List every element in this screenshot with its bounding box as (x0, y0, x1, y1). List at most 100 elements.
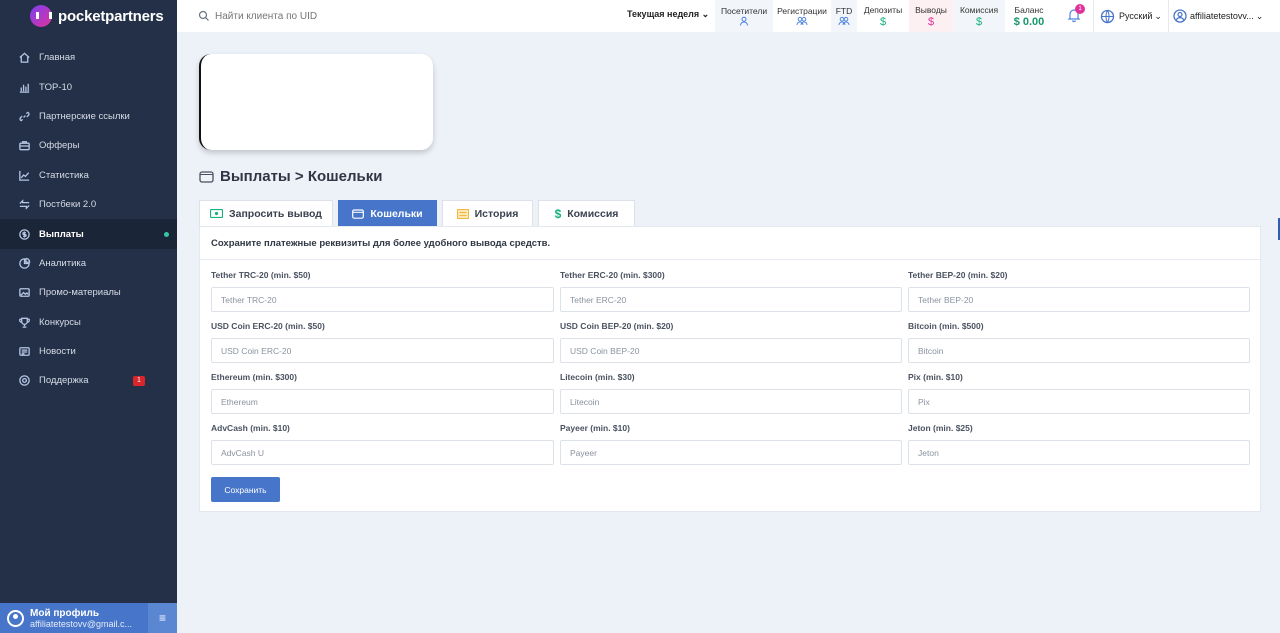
field-label: Litecoin (min. $30) (560, 372, 635, 382)
menu-collapse-icon: ≡ (158, 611, 166, 625)
stat-label: Посетители (720, 6, 768, 16)
sidebar-item-news[interactable]: Новости (0, 337, 177, 366)
jeton-input[interactable] (908, 440, 1250, 465)
tether-bep20-input[interactable] (908, 287, 1250, 312)
payeer-input[interactable] (560, 440, 902, 465)
sidebar-item-postbacks[interactable]: Постбеки 2.0 (0, 190, 177, 219)
field-ethereum: Ethereum (min. $300) (211, 372, 554, 414)
page-title: Выплаты > Кошельки (199, 168, 382, 185)
search-input[interactable] (215, 10, 515, 22)
sidebar-item-offers[interactable]: Офферы (0, 131, 177, 160)
tab-commission[interactable]: $ Комиссия (538, 200, 635, 226)
field-payeer: Payeer (min. $10) (560, 423, 902, 465)
sidebar-item-contests[interactable]: Конкурсы (0, 308, 177, 337)
sidebar-item-home[interactable]: Главная (0, 43, 177, 72)
users-icon (796, 16, 808, 26)
usdc-bep20-input[interactable] (560, 338, 902, 363)
sidebar-item-analytics[interactable]: Аналитика (0, 249, 177, 278)
chevron-down-icon: ⌄ (1154, 10, 1162, 21)
period-dropdown[interactable]: Текущая неделя ⌄ (627, 9, 709, 20)
stat-withdrawals: Выводы $ (909, 0, 953, 32)
collapse-sidebar-button[interactable]: ≡ (148, 603, 177, 633)
bitcoin-input[interactable] (908, 338, 1250, 363)
field-label: Tether TRC-20 (min. $50) (211, 270, 311, 280)
sidebar-item-support[interactable]: Поддержка 1 (0, 366, 177, 395)
banner-placeholder (199, 54, 433, 150)
link-icon (18, 110, 31, 123)
field-pix: Pix (min. $10) (908, 372, 1250, 414)
field-label: Tether ERC-20 (min. $300) (560, 270, 665, 280)
advcash-input[interactable] (211, 440, 554, 465)
stat-registrations: Регистрации (773, 0, 831, 32)
field-label: Tether BEP-20 (min. $20) (908, 270, 1008, 280)
tabs: Запросить вывод Кошельки История $ Комис… (199, 200, 640, 226)
sidebar-item-top10[interactable]: TOP-10 (0, 72, 177, 101)
tab-label: История (474, 207, 519, 220)
sidebar-item-label: Промо-материалы (39, 287, 121, 299)
usdc-erc20-input[interactable] (211, 338, 554, 363)
language-label: Русский (1119, 11, 1153, 21)
sidebar-item-label: Партнерские ссылки (39, 110, 130, 122)
postback-icon (18, 198, 31, 211)
sidebar-item-payouts[interactable]: Выплаты (0, 219, 177, 249)
user-name: affiliatetestovv... (1190, 11, 1254, 21)
sidebar-item-label: TOP-10 (39, 81, 73, 93)
user-icon (740, 16, 748, 26)
chevron-down-icon: ⌄ (1255, 10, 1264, 21)
field-label: Jeton (min. $25) (908, 423, 973, 433)
wallet-icon (199, 171, 214, 183)
save-button[interactable]: Сохранить (211, 477, 280, 502)
field-bitcoin: Bitcoin (min. $500) (908, 321, 1250, 363)
sidebar-item-promo[interactable]: Промо-материалы (0, 278, 177, 307)
stat-label: FTD (835, 6, 853, 16)
field-usdc-bep20: USD Coin BEP-20 (min. $20) (560, 321, 902, 363)
stat-commission: Комиссия $ (953, 0, 1005, 32)
stat-balance: Баланс $ 0.00 (1005, 0, 1053, 32)
field-label: Bitcoin (min. $500) (908, 321, 984, 331)
field-tether-erc20: Tether ERC-20 (min. $300) (560, 270, 902, 312)
tab-history[interactable]: История (442, 200, 533, 226)
briefcase-icon (18, 139, 31, 152)
search-icon (198, 10, 209, 21)
dollar-icon: $ (975, 15, 983, 28)
profile-link[interactable]: Мой профиль affiliatetestovv@gmail.c... (0, 603, 148, 633)
tether-erc20-input[interactable] (560, 287, 902, 312)
sidebar-item-label: Статистика (39, 169, 89, 181)
sidebar-item-partner-links[interactable]: Партнерские ссылки (0, 102, 177, 131)
field-tether-trc20: Tether TRC-20 (min. $50) (211, 270, 554, 312)
active-indicator (164, 231, 169, 237)
tab-wallets[interactable]: Кошельки (338, 200, 437, 226)
pix-input[interactable] (908, 389, 1250, 414)
stat-deposits: Депозиты $ (857, 0, 909, 32)
field-jeton: Jeton (min. $25) (908, 423, 1250, 465)
trophy-icon (18, 316, 31, 329)
sidebar-item-label: Главная (39, 52, 76, 64)
stat-label: Депозиты (863, 4, 903, 15)
dollar-circle-icon (18, 228, 31, 241)
period-label: Текущая неделя (627, 9, 700, 19)
cash-icon (210, 209, 224, 218)
field-tether-bep20: Tether BEP-20 (min. $20) (908, 270, 1250, 312)
field-label: AdvCash (min. $10) (211, 423, 290, 433)
tab-request-withdrawal[interactable]: Запросить вывод (199, 200, 333, 226)
litecoin-input[interactable] (560, 389, 902, 414)
sidebar-item-label: Постбеки 2.0 (39, 199, 97, 211)
wallet-icon (352, 208, 365, 219)
tether-trc20-input[interactable] (211, 287, 554, 312)
tab-label: Кошельки (370, 207, 423, 220)
brand-logo[interactable]: pocketpartners (0, 0, 177, 32)
user-menu[interactable]: affiliatetestovv... ⌄ (1173, 0, 1263, 32)
field-label: USD Coin ERC-20 (min. $50) (211, 321, 325, 331)
ethereum-input[interactable] (211, 389, 554, 414)
brand-name: pocketpartners (58, 7, 164, 25)
wallets-card: Сохраните платежные реквизиты для более … (199, 226, 1261, 512)
support-icon (18, 374, 31, 387)
sidebar-item-label: Выплаты (39, 228, 84, 240)
language-dropdown[interactable]: Русский ⌄ (1093, 0, 1169, 32)
sidebar-item-statistics[interactable]: Статистика (0, 161, 177, 190)
page-title-text: Выплаты > Кошельки (220, 168, 383, 185)
sidebar-item-label: Новости (39, 346, 76, 358)
profile-bar: Мой профиль affiliatetestovv@gmail.c... … (0, 603, 177, 633)
news-icon (18, 345, 31, 358)
tab-label: Запросить вывод (229, 207, 322, 220)
